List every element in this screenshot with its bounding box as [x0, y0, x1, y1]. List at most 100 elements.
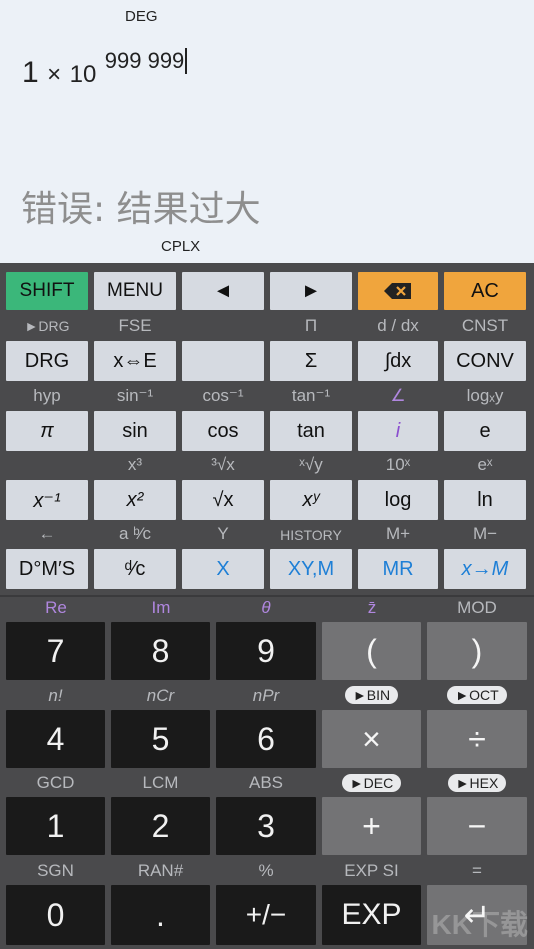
label-m-minus: M− [472, 524, 498, 543]
label-cube-root: ³√x [211, 455, 235, 474]
error-message: 错误: 结果过大 [21, 189, 261, 230]
label-derivative: d / dx [377, 316, 419, 335]
label-m-plus: M+ [385, 524, 411, 543]
label-ten-pow-x: 10ˣ [385, 455, 411, 474]
digit-5-key[interactable]: 5 [111, 710, 210, 768]
digit-0-key[interactable]: 0 [6, 885, 105, 945]
multiply-key[interactable]: × [322, 710, 421, 768]
ac-key[interactable]: AC [444, 272, 526, 310]
label-bin: ►BIN [344, 686, 399, 704]
left-paren-key[interactable]: ( [322, 622, 421, 680]
label-product: Π [304, 316, 318, 335]
label-dec-wrap: ►DEC [322, 774, 421, 793]
label-npr: nPr [252, 686, 280, 705]
x-squared-key[interactable]: x² [94, 480, 176, 520]
display-panel: DEG 1 × 10 999 999 错误: 结果过大 CPLX [0, 0, 534, 263]
sigma-key[interactable]: Σ [270, 341, 352, 381]
digit-3-key[interactable]: 3 [216, 797, 316, 855]
x-pow-y-key[interactable]: xʸ [270, 480, 352, 520]
label-exp-si: EXP SI [344, 861, 399, 880]
plus-key[interactable]: + [322, 797, 421, 855]
store-memory-key[interactable]: x→M [444, 549, 526, 589]
cursor-left-key[interactable]: ◄ [182, 272, 264, 310]
label-percent: % [258, 861, 274, 880]
label-angle: ∠ [390, 386, 406, 405]
label-x-cubed: x³ [127, 455, 143, 474]
label-mod: MOD [457, 598, 497, 617]
backspace-key[interactable] [358, 272, 438, 310]
right-paren-key[interactable]: ) [427, 622, 527, 680]
drg-key[interactable]: DRG [6, 341, 88, 381]
imaginary-i-key[interactable]: i [358, 411, 438, 451]
log-key[interactable]: log [358, 480, 438, 520]
keypad: SHIFT MENU ◄ ► AC ►DRG FSE Π d / dx CNST… [0, 263, 534, 949]
label-history: HISTORY [280, 527, 342, 543]
integral-key[interactable]: ∫dx [358, 341, 438, 381]
decimal-point-key[interactable]: . [111, 885, 210, 945]
memory-recall-key[interactable]: MR [358, 549, 438, 589]
conv-key[interactable]: CONV [444, 341, 526, 381]
exp-key[interactable]: EXP [322, 885, 421, 945]
backspace-icon [384, 283, 411, 299]
text-cursor [185, 48, 188, 74]
x-swap-e-key[interactable]: x⇔E [94, 341, 176, 381]
label-xth-root: ˣ√y [299, 455, 323, 474]
pi-key[interactable]: π [6, 411, 88, 451]
label-oct-wrap: ►OCT [427, 686, 527, 705]
digit-1-key[interactable]: 1 [6, 797, 105, 855]
label-dec: ►DEC [341, 774, 402, 792]
sin-key[interactable]: sin [94, 411, 176, 451]
blank-key[interactable] [182, 341, 264, 381]
xym-key[interactable]: XY,M [270, 549, 352, 589]
x-variable-key[interactable]: X [182, 549, 264, 589]
label-conjugate: z̄ [367, 598, 377, 617]
label-fse: FSE [118, 316, 152, 335]
expression-base: 10 [69, 61, 97, 88]
expression-line[interactable]: 1 × 10 999 999 [22, 48, 188, 90]
label-factorial: n! [48, 686, 63, 705]
label-theta: θ [261, 598, 271, 617]
shift-key[interactable]: SHIFT [6, 272, 88, 310]
x-inverse-key[interactable]: x⁻¹ [6, 480, 88, 520]
digit-2-key[interactable]: 2 [111, 797, 210, 855]
digit-7-key[interactable]: 7 [6, 622, 105, 680]
label-gcd: GCD [36, 773, 75, 792]
watermark: KK下载 [431, 909, 528, 940]
digit-6-key[interactable]: 6 [216, 710, 316, 768]
label-sgn: SGN [37, 861, 74, 880]
fraction-key[interactable]: ᵈ⁄c [94, 549, 176, 589]
label-mixed-fraction: a ᵇ⁄c [119, 524, 151, 543]
label-ncr: nCr [146, 686, 175, 705]
expression-mantissa: 1 [22, 56, 39, 89]
digit-8-key[interactable]: 8 [111, 622, 210, 680]
minus-key[interactable]: − [427, 797, 527, 855]
negate-key[interactable]: +/− [216, 885, 316, 945]
label-arctan: tan⁻¹ [291, 386, 331, 405]
label-re: Re [45, 598, 67, 617]
label-lcm: LCM [142, 773, 179, 792]
label-hex: ►HEX [447, 774, 507, 792]
label-arccos: cos⁻¹ [202, 386, 244, 405]
label-bin-wrap: ►BIN [322, 686, 421, 705]
cursor-right-key[interactable]: ► [270, 272, 352, 310]
label-logxy: logₓy [466, 386, 504, 405]
label-oct: ►OCT [447, 686, 507, 704]
digit-9-key[interactable]: 9 [216, 622, 316, 680]
tan-key[interactable]: tan [270, 411, 352, 451]
divide-key[interactable]: ÷ [427, 710, 527, 768]
cos-key[interactable]: cos [182, 411, 264, 451]
label-back-arrow: ← [38, 524, 56, 543]
label-random: RAN# [137, 861, 184, 880]
digit-4-key[interactable]: 4 [6, 710, 105, 768]
ln-key[interactable]: ln [444, 480, 526, 520]
label-y: Y [217, 524, 229, 543]
dms-key[interactable]: D°M′S [6, 549, 88, 589]
expression-exponent: 999 999 [104, 48, 185, 73]
label-e-pow-x: eˣ [477, 455, 493, 474]
label-cnst: CNST [461, 316, 509, 335]
sqrt-key[interactable]: √x [182, 480, 264, 520]
menu-key[interactable]: MENU [94, 272, 176, 310]
e-key[interactable]: e [444, 411, 526, 451]
label-equals: = [472, 861, 482, 880]
label-arcsin: sin⁻¹ [116, 386, 154, 405]
